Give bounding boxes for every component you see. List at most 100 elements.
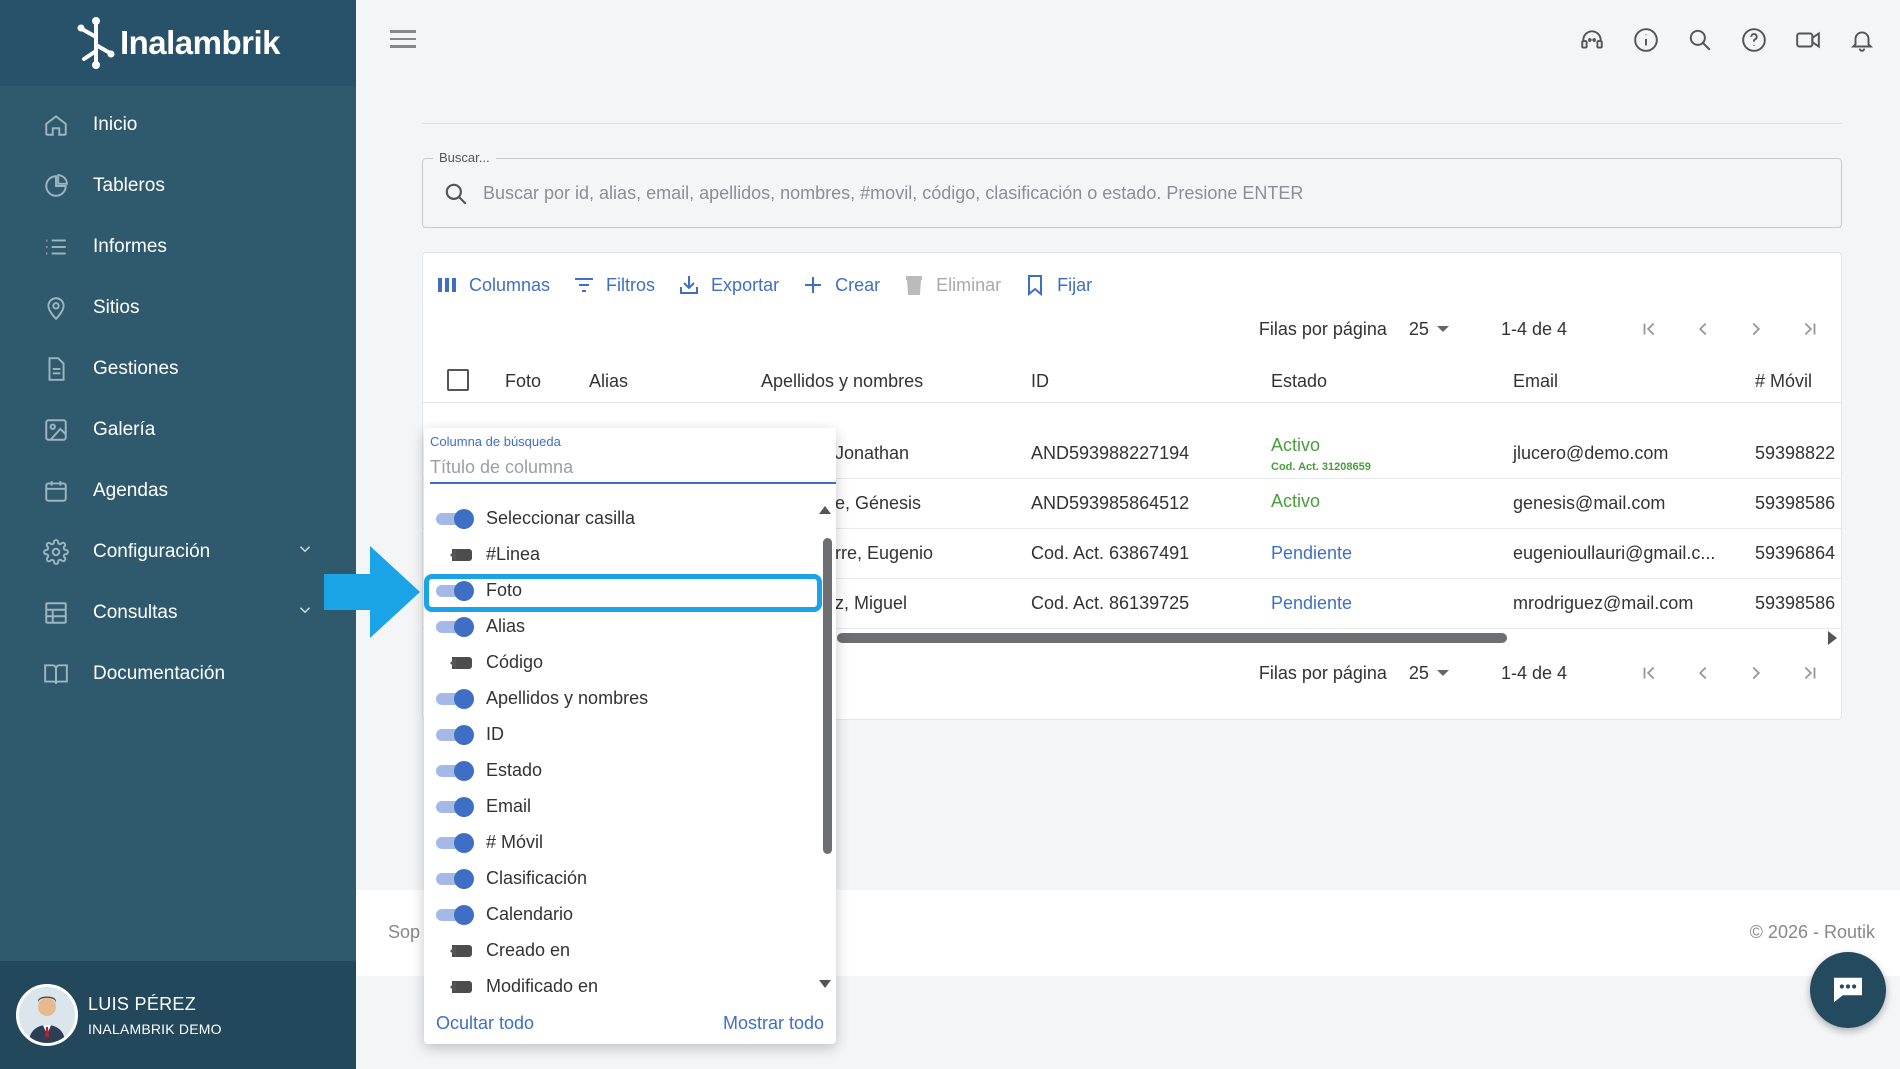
vertical-scrollbar[interactable]	[822, 528, 832, 858]
rows-per-page-select[interactable]: 25	[1409, 663, 1449, 684]
sidebar-item-documentacion[interactable]: Documentación	[0, 643, 356, 704]
sidebar-item-informes[interactable]: Informes	[0, 216, 356, 277]
toggle-switch-on[interactable]	[436, 832, 476, 853]
support-agent-icon[interactable]	[1578, 26, 1606, 54]
user-card[interactable]: LUIS PÉREZ INALAMBRIK DEMO	[0, 961, 356, 1069]
next-page-icon[interactable]	[1742, 659, 1770, 687]
header-estado[interactable]: Estado	[1271, 371, 1327, 392]
info-icon[interactable]	[1632, 26, 1660, 54]
header-id[interactable]: ID	[1031, 371, 1049, 392]
caret-down-icon	[1436, 326, 1449, 332]
column-toggle-item[interactable]: Seleccionar casilla	[436, 500, 816, 536]
horizontal-scrollbar[interactable]	[837, 633, 1507, 643]
scroll-up-arrow[interactable]	[819, 506, 831, 514]
column-toggle-item[interactable]: # Móvil	[436, 824, 816, 860]
rows-per-page-select[interactable]: 25	[1409, 319, 1449, 340]
user-name: LUIS PÉREZ	[88, 993, 197, 1014]
filters-label: Filtros	[606, 274, 656, 295]
create-button[interactable]: Crear	[797, 267, 884, 303]
column-toggle-item[interactable]: Email	[436, 788, 816, 824]
column-toggle-item[interactable]: Foto	[436, 572, 816, 608]
select-all-checkbox[interactable]	[447, 369, 469, 391]
menu-icon[interactable]	[390, 30, 416, 52]
cell-estado: Activo	[1271, 435, 1321, 455]
sidebar-item-tableros[interactable]: Tableros	[0, 155, 356, 216]
column-toggle-label: Clasificación	[486, 867, 588, 888]
sidebar-item-consultas[interactable]: Consultas	[0, 582, 356, 643]
toggle-switch-off[interactable]	[436, 976, 476, 996]
toggle-switch-on[interactable]	[436, 616, 476, 637]
column-toggle-item[interactable]: Calendario	[436, 896, 816, 932]
column-title-input[interactable]	[430, 452, 836, 484]
toggle-switch-on[interactable]	[436, 760, 476, 781]
scroll-down-arrow[interactable]	[819, 980, 831, 988]
header-nombres[interactable]: Apellidos y nombres	[761, 371, 923, 392]
cell-id: AND593988227194	[1031, 443, 1190, 463]
chevron-down-icon[interactable]	[296, 540, 314, 564]
export-button[interactable]: Exportar	[673, 267, 783, 303]
pin-button[interactable]: Fijar	[1019, 267, 1096, 303]
search-icon[interactable]	[1686, 26, 1714, 54]
header-alias[interactable]: Alias	[589, 371, 628, 392]
column-toggle-item[interactable]: Estado	[436, 752, 816, 788]
filters-button[interactable]: Filtros	[568, 267, 659, 303]
header-foto[interactable]: Foto	[505, 371, 541, 392]
chat-button[interactable]	[1810, 952, 1886, 1028]
sidebar-item-configuracion[interactable]: Configuración	[0, 521, 356, 582]
chevron-down-icon[interactable]	[296, 601, 314, 625]
cell-nombres: rre, Eugenio	[835, 543, 934, 563]
column-toggle-item[interactable]: Alias	[436, 608, 816, 644]
toggle-switch-on[interactable]	[436, 904, 476, 925]
column-toggle-item[interactable]: Apellidos y nombres	[436, 680, 816, 716]
help-icon[interactable]	[1740, 26, 1768, 54]
sidebar-item-gestiones[interactable]: Gestiones	[0, 338, 356, 399]
user-org: INALAMBRIK DEMO	[88, 1020, 222, 1037]
show-all-button[interactable]: Mostrar todo	[723, 1013, 824, 1034]
hide-all-button[interactable]: Ocultar todo	[436, 1013, 534, 1034]
column-toggle-item[interactable]: Código	[436, 644, 816, 680]
search-box: Buscar...	[422, 150, 1842, 228]
caret-down-icon	[1436, 670, 1449, 676]
pagination-bottom: Filas por página 25 1-4 de 4	[1259, 659, 1823, 687]
sidebar-item-sitios[interactable]: Sitios	[0, 277, 356, 338]
column-toggle-item[interactable]: Clasificación	[436, 860, 816, 896]
toggle-switch-on[interactable]	[436, 868, 476, 889]
column-toggle-item[interactable]: Modificado en	[436, 968, 816, 1004]
sidebar-item-galeria[interactable]: Galería	[0, 399, 356, 460]
header-movil[interactable]: # Móvil	[1755, 371, 1812, 392]
toggle-switch-on[interactable]	[436, 508, 476, 529]
logo-icon	[77, 17, 115, 69]
video-camera-icon[interactable]	[1794, 26, 1822, 54]
column-toggle-label: Creado en	[486, 939, 571, 960]
rows-per-page-value: 25	[1408, 662, 1429, 683]
columns-icon	[438, 278, 456, 292]
sidebar-item-agendas[interactable]: Agendas	[0, 460, 356, 521]
sidebar-item-inicio[interactable]: Inicio	[0, 94, 356, 155]
footer-support[interactable]: Sop	[388, 922, 420, 943]
first-page-icon[interactable]	[1636, 659, 1664, 687]
toggle-switch-off[interactable]	[436, 544, 476, 564]
toggle-switch-on[interactable]	[436, 580, 476, 601]
column-toggle-label: Foto	[486, 579, 523, 600]
toggle-switch-off[interactable]	[436, 652, 476, 672]
toggle-switch-on[interactable]	[436, 688, 476, 709]
toggle-switch-off[interactable]	[436, 940, 476, 960]
last-page-icon[interactable]	[1795, 315, 1823, 343]
brand-logo[interactable]: Inalambrik	[76, 15, 281, 71]
toggle-switch-on[interactable]	[436, 796, 476, 817]
column-toggle-item[interactable]: ID	[436, 716, 816, 752]
last-page-icon[interactable]	[1795, 659, 1823, 687]
column-toggle-item[interactable]: Creado en	[436, 932, 816, 968]
prev-page-icon[interactable]	[1689, 315, 1717, 343]
columns-button[interactable]: Columnas	[431, 267, 554, 303]
first-page-icon[interactable]	[1636, 315, 1664, 343]
column-toggle-item[interactable]: #Linea	[436, 536, 816, 572]
delete-button[interactable]: Eliminar	[898, 267, 1005, 303]
search-input[interactable]	[483, 175, 1803, 211]
prev-page-icon[interactable]	[1689, 659, 1717, 687]
header-email[interactable]: Email	[1513, 371, 1558, 392]
bell-icon[interactable]	[1848, 26, 1876, 54]
next-page-icon[interactable]	[1742, 315, 1770, 343]
scroll-right-arrow[interactable]	[1828, 631, 1837, 645]
toggle-switch-on[interactable]	[436, 724, 476, 745]
